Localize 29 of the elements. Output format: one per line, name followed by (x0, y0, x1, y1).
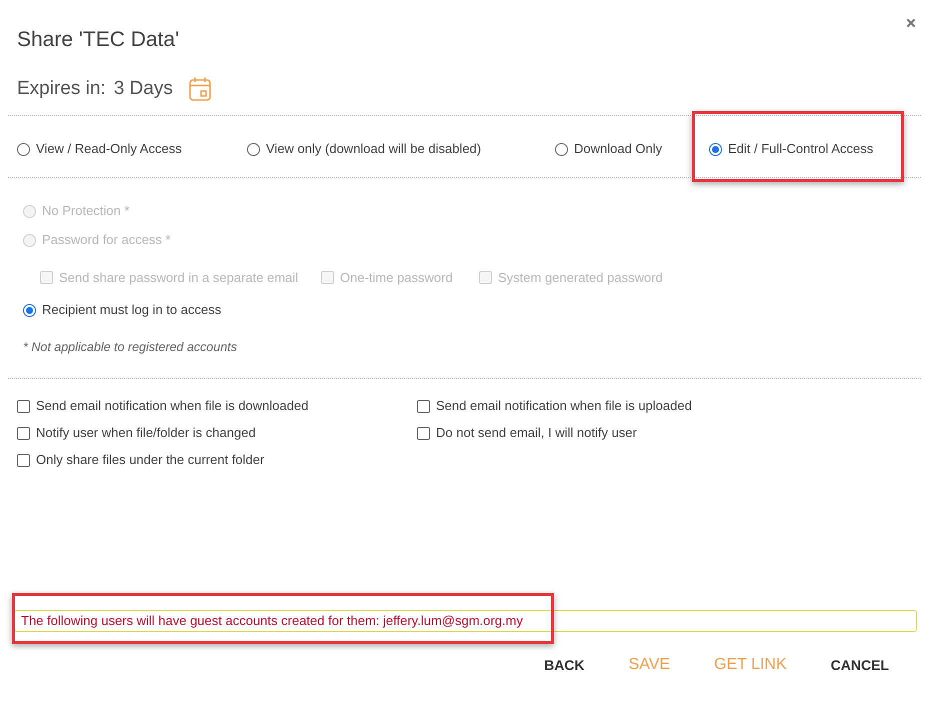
notification-option[interactable]: Do not send email, I will notify user (417, 423, 637, 443)
close-button[interactable] (905, 17, 917, 29)
protection-note: * Not applicable to registered accounts (23, 338, 238, 356)
dialog-title: Share 'TEC Data' (17, 27, 180, 53)
checkbox[interactable] (17, 426, 30, 440)
radio-button[interactable] (17, 142, 30, 156)
notification-option[interactable]: Only share files under the current folder (17, 450, 264, 470)
expiry-label: Expires in: (17, 76, 106, 101)
notification-option[interactable]: Notify user when file/folder is changed (17, 423, 256, 443)
radio-button[interactable] (247, 142, 260, 156)
dialog-button[interactable]: CANCEL (814, 647, 905, 683)
close-icon (905, 17, 917, 29)
guest-account-notice: The following users will have guest accounts created for them: jeffery.lum@sgm.org.my (14, 610, 917, 632)
notification-option[interactable]: Send email notification when file is downloaded (17, 396, 308, 416)
access-option[interactable]: Download Only (555, 140, 662, 158)
notification-option[interactable]: Send email notification when file is uploaded (417, 396, 692, 416)
access-option[interactable]: Edit / Full-Control Access (709, 140, 874, 158)
radio-button[interactable] (23, 304, 36, 316)
protection-option[interactable]: Recipient must log in to access (23, 300, 222, 320)
checkbox[interactable] (417, 400, 430, 412)
access-option[interactable]: View / Read-Only Access (17, 140, 182, 158)
checkbox[interactable] (17, 454, 30, 466)
checkbox[interactable] (17, 400, 30, 412)
radio-button[interactable] (709, 142, 722, 156)
expiry-value: 3 Days (114, 76, 173, 101)
access-option[interactable]: View only (download will be disabled) (247, 140, 482, 158)
checkbox[interactable] (417, 426, 430, 440)
radio-button[interactable] (555, 142, 568, 156)
dialog-button[interactable]: BACK (528, 647, 601, 683)
